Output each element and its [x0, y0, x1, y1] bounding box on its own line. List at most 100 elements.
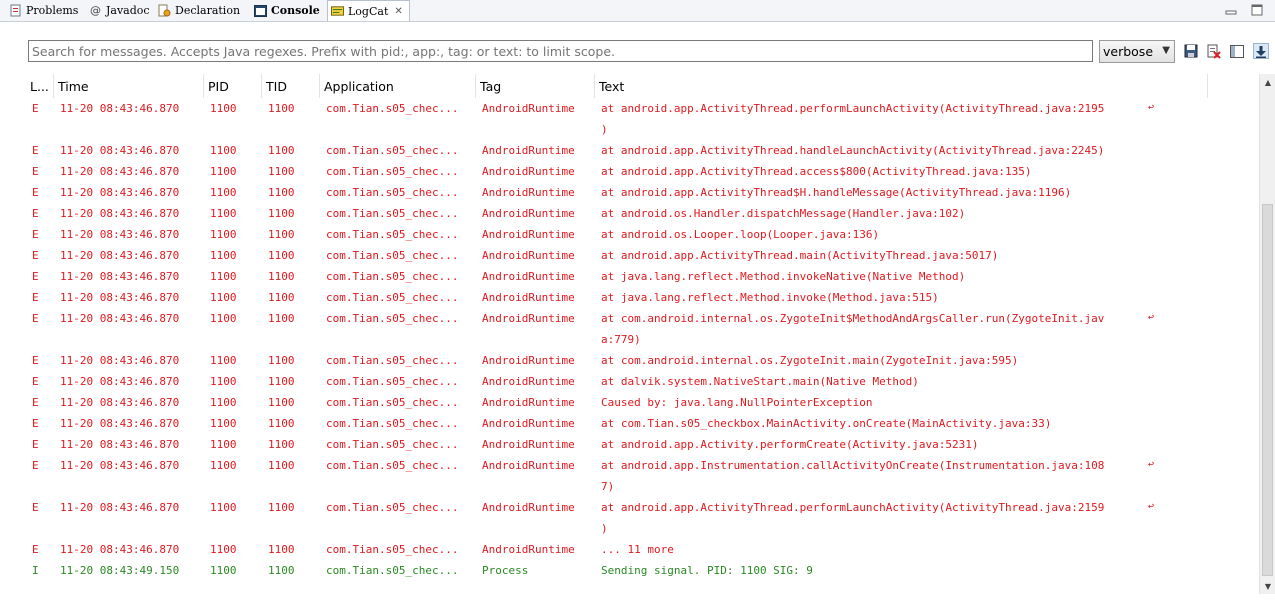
cell-level: E [32, 459, 39, 472]
column-header-label: Application [324, 78, 394, 94]
cell-time: 11-20 08:43:46.870 [60, 375, 180, 388]
cell-time: 11-20 08:43:46.870 [60, 543, 180, 556]
tab-javadoc[interactable]: @ Javadoc [89, 0, 150, 21]
scroll-down-icon[interactable]: ▼ [1262, 580, 1274, 592]
cell-application: com.Tian.s05_chec... [326, 501, 459, 514]
cell-text: at java.lang.reflect.Method.invokeNative… [601, 270, 966, 283]
cell-level: E [32, 375, 39, 388]
cell-pid: 1100 [210, 102, 237, 115]
line-wrap-icon: ↩ [1148, 501, 1155, 512]
table-row[interactable]: E 11-20 08:43:46.870 1100 1100 com.Tian.s05_… [26, 497, 1208, 539]
table-row[interactable]: E 11-20 08:43:46.870 1100 1100 com.Tian.s05_… [26, 203, 1208, 224]
tab-label: Declaration [175, 4, 241, 17]
table-row[interactable]: E 11-20 08:43:46.870 1100 1100 com.Tian.s05_… [26, 245, 1208, 266]
cell-text: at com.android.internal.os.ZygoteInit.ma… [601, 354, 1019, 367]
column-header-time[interactable]: Time [54, 74, 204, 98]
search-input[interactable] [28, 40, 1093, 62]
view-tab-bar: Problems @ Javadoc Declaration Console L… [0, 0, 1275, 22]
column-header-label: Tag [480, 78, 502, 94]
cell-tag: AndroidRuntime [482, 144, 575, 157]
cell-tid: 1100 [268, 207, 295, 220]
scroll-lock-icon[interactable] [1253, 43, 1269, 59]
cell-time: 11-20 08:43:46.870 [60, 396, 180, 409]
clear-log-icon[interactable] [1206, 43, 1222, 59]
table-row[interactable]: E 11-20 08:43:46.870 1100 1100 com.Tian.s05_… [26, 350, 1208, 371]
cell-tid: 1100 [268, 354, 295, 367]
cell-time: 11-20 08:43:46.870 [60, 186, 180, 199]
save-icon[interactable] [1183, 43, 1199, 59]
table-row[interactable]: E 11-20 08:43:46.870 1100 1100 com.Tian.s05_… [26, 98, 1208, 140]
cell-time: 11-20 08:43:46.870 [60, 291, 180, 304]
line-wrap-icon: ↩ [1148, 459, 1155, 470]
column-header-tag[interactable]: Tag [476, 74, 595, 98]
table-row[interactable]: E 11-20 08:43:46.870 1100 1100 com.Tian.s05_… [26, 182, 1208, 203]
cell-tag: AndroidRuntime [482, 291, 575, 304]
cell-time: 11-20 08:43:46.870 [60, 207, 180, 220]
table-row[interactable]: E 11-20 08:43:46.870 1100 1100 com.Tian.s05_… [26, 308, 1208, 350]
cell-pid: 1100 [210, 165, 237, 178]
cell-level: E [32, 354, 39, 367]
cell-pid: 1100 [210, 228, 237, 241]
table-row[interactable]: E 11-20 08:43:46.870 1100 1100 com.Tian.s05_… [26, 413, 1208, 434]
cell-tag: AndroidRuntime [482, 396, 575, 409]
column-header-text[interactable]: Text [595, 74, 1208, 98]
table-row[interactable]: E 11-20 08:43:46.870 1100 1100 com.Tian.s05_… [26, 539, 1208, 560]
table-row[interactable]: E 11-20 08:43:46.870 1100 1100 com.Tian.s05_… [26, 224, 1208, 245]
tab-logcat[interactable]: LogCat ✕ [327, 0, 410, 21]
column-header-level[interactable]: L... [26, 74, 54, 98]
cell-time: 11-20 08:43:46.870 [60, 459, 180, 472]
close-icon[interactable]: ✕ [394, 6, 402, 17]
table-row[interactable]: E 11-20 08:43:46.870 1100 1100 com.Tian.s05_… [26, 392, 1208, 413]
column-header-label: TID [266, 78, 287, 94]
toggle-filters-icon[interactable] [1229, 43, 1245, 59]
cell-level: E [32, 501, 39, 514]
cell-level: E [32, 207, 39, 220]
cell-text: at android.app.Instrumentation.callActiv… [601, 459, 1105, 472]
cell-time: 11-20 08:43:46.870 [60, 249, 180, 262]
cell-application: com.Tian.s05_chec... [326, 186, 459, 199]
cell-tid: 1100 [268, 186, 295, 199]
cell-tid: 1100 [268, 438, 295, 451]
cell-level: E [32, 165, 39, 178]
scroll-up-icon[interactable]: ▲ [1262, 76, 1274, 88]
table-row[interactable]: E 11-20 08:43:46.870 1100 1100 com.Tian.s05_… [26, 434, 1208, 455]
table-row[interactable]: E 11-20 08:43:46.870 1100 1100 com.Tian.s05_… [26, 161, 1208, 182]
maximize-icon[interactable] [1250, 2, 1264, 18]
table-row[interactable]: E 11-20 08:43:46.870 1100 1100 com.Tian.s05_… [26, 371, 1208, 392]
tab-problems[interactable]: Problems [9, 0, 78, 21]
tab-label: Problems [26, 4, 79, 17]
cell-level: E [32, 186, 39, 199]
cell-text: Sending signal. PID: 1100 SIG: 9 [601, 564, 813, 577]
cell-text: at android.app.ActivityThread.handleLaun… [601, 144, 1105, 157]
cell-pid: 1100 [210, 312, 237, 325]
tab-declaration[interactable]: Declaration [158, 0, 240, 21]
cell-level: E [32, 144, 39, 157]
cell-level: E [32, 396, 39, 409]
cell-text-continuation: ) [601, 522, 608, 535]
tab-console[interactable]: Console [254, 0, 320, 21]
cell-pid: 1100 [210, 396, 237, 409]
cell-tid: 1100 [268, 543, 295, 556]
scrollbar-thumb[interactable] [1262, 204, 1273, 576]
table-row[interactable]: E 11-20 08:43:46.870 1100 1100 com.Tian.s05_… [26, 287, 1208, 308]
vertical-scrollbar[interactable]: ▲ ▼ [1259, 74, 1275, 594]
cell-tag: AndroidRuntime [482, 228, 575, 241]
column-header-label: Text [599, 78, 625, 94]
column-header-pid[interactable]: PID [204, 74, 262, 98]
cell-text-continuation: ) [601, 123, 608, 136]
minimize-icon[interactable] [1224, 2, 1238, 18]
cell-tag: AndroidRuntime [482, 501, 575, 514]
log-level-select[interactable]: verbose ▼ [1099, 40, 1175, 63]
cell-tid: 1100 [268, 375, 295, 388]
cell-tag: AndroidRuntime [482, 375, 575, 388]
cell-tag: Process [482, 564, 529, 577]
table-row[interactable]: I 11-20 08:43:49.150 1100 1100 com.Tian.s05_… [26, 560, 1208, 581]
cell-text: at android.app.ActivityThread.main(Activ… [601, 249, 999, 262]
table-row[interactable]: E 11-20 08:43:46.870 1100 1100 com.Tian.s05_… [26, 266, 1208, 287]
column-header-tid[interactable]: TID [262, 74, 320, 98]
column-header-label: Time [58, 78, 89, 94]
cell-time: 11-20 08:43:46.870 [60, 144, 180, 157]
table-row[interactable]: E 11-20 08:43:46.870 1100 1100 com.Tian.s05_… [26, 455, 1208, 497]
column-header-application[interactable]: Application [320, 74, 476, 98]
table-row[interactable]: E 11-20 08:43:46.870 1100 1100 com.Tian.s05_… [26, 140, 1208, 161]
